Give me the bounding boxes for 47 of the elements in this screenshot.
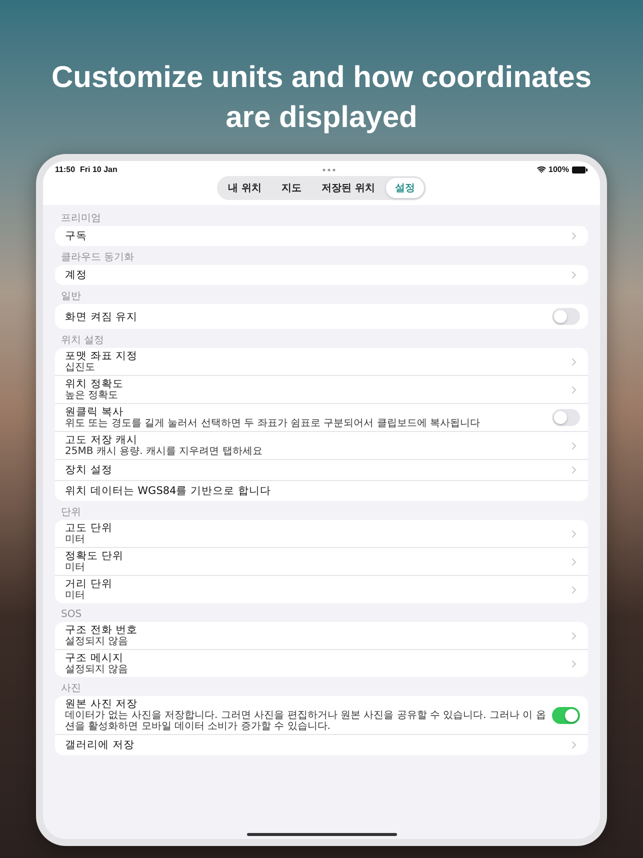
setting-title: 위치 데이터는 WGS84를 기반으로 합니다: [65, 485, 271, 497]
section-header: 프리미엄: [60, 212, 102, 226]
section-header: 사진: [60, 682, 82, 696]
headline: Customize units and how coordinates are displayed: [50, 60, 593, 136]
setting-title: 구조 메시지: [65, 652, 124, 664]
setting-description: 데이터가 없는 사진을 저장합니다. 그러면 사진을 편집하거나 원본 사진을 공유할 수 있습니다. 그러나 이 옵션을 활성화하면 모바일 데이터 소비가 증가할 수 있습니다.: [65, 710, 546, 732]
tab[interactable]: 설정: [386, 178, 424, 198]
setting-title: 계정: [65, 269, 87, 281]
setting-description: 높은 정확도: [65, 390, 118, 401]
setting-title: 갤러리에 저장: [65, 739, 134, 751]
section-header: 단위: [60, 506, 82, 520]
setting-description: 미터: [65, 534, 85, 545]
status-date: Fri 10 Jan: [80, 165, 118, 174]
setting-description: 미터: [65, 562, 85, 573]
setting-title: 장치 설정: [65, 464, 112, 476]
setting-description: 십진도: [65, 362, 95, 373]
setting-title: 원클릭 복사: [65, 406, 124, 418]
setting-description: 위도 또는 경도를 길게 눌러서 선택하면 두 좌표가 쉼표로 구분되어서 클립보드에 복사됩니다: [65, 418, 480, 429]
section-header: 일반: [60, 290, 82, 304]
setting-description: 미터: [65, 590, 85, 601]
tab[interactable]: 내 위치: [219, 178, 270, 198]
setting-title: 고도 단위: [65, 522, 112, 534]
dots-icon[interactable]: [322, 168, 336, 172]
section-header: SOS: [60, 608, 83, 622]
toggle-switch[interactable]: [552, 409, 580, 426]
wifi-icon: [536, 165, 546, 174]
setting-title: 화면 켜짐 유지: [65, 310, 138, 322]
toggle-switch[interactable]: [552, 706, 580, 724]
setting-title: 고도 저장 캐시: [65, 434, 138, 446]
status-time: 11:50: [55, 165, 76, 174]
battery-percent: 100%: [548, 165, 569, 174]
section-header: 위치 설정: [60, 334, 106, 348]
battery-icon: [572, 166, 588, 174]
setting-description: 설정되지 않음: [65, 664, 128, 675]
setting-description: 설정되지 않음: [65, 636, 128, 647]
setting-title: 위치 정확도: [65, 378, 124, 390]
setting-title: 구조 전화 번호: [65, 624, 138, 636]
tab[interactable]: 저장된 위치: [312, 178, 384, 198]
tab[interactable]: 지도: [272, 178, 310, 198]
setting-title: 구독: [65, 230, 87, 242]
setting-title: 정확도 단위: [65, 550, 124, 562]
setting-title: 포맷 좌표 지정: [65, 350, 138, 362]
setting-title: 원본 사진 저장: [65, 698, 138, 710]
setting-title: 거리 단위: [65, 578, 112, 590]
toggle-switch[interactable]: [552, 308, 580, 325]
setting-description: 25MB 캐시 용량. 캐시를 지우려면 탭하세요: [65, 446, 262, 457]
section-header: 클라우드 동기화: [60, 251, 136, 265]
